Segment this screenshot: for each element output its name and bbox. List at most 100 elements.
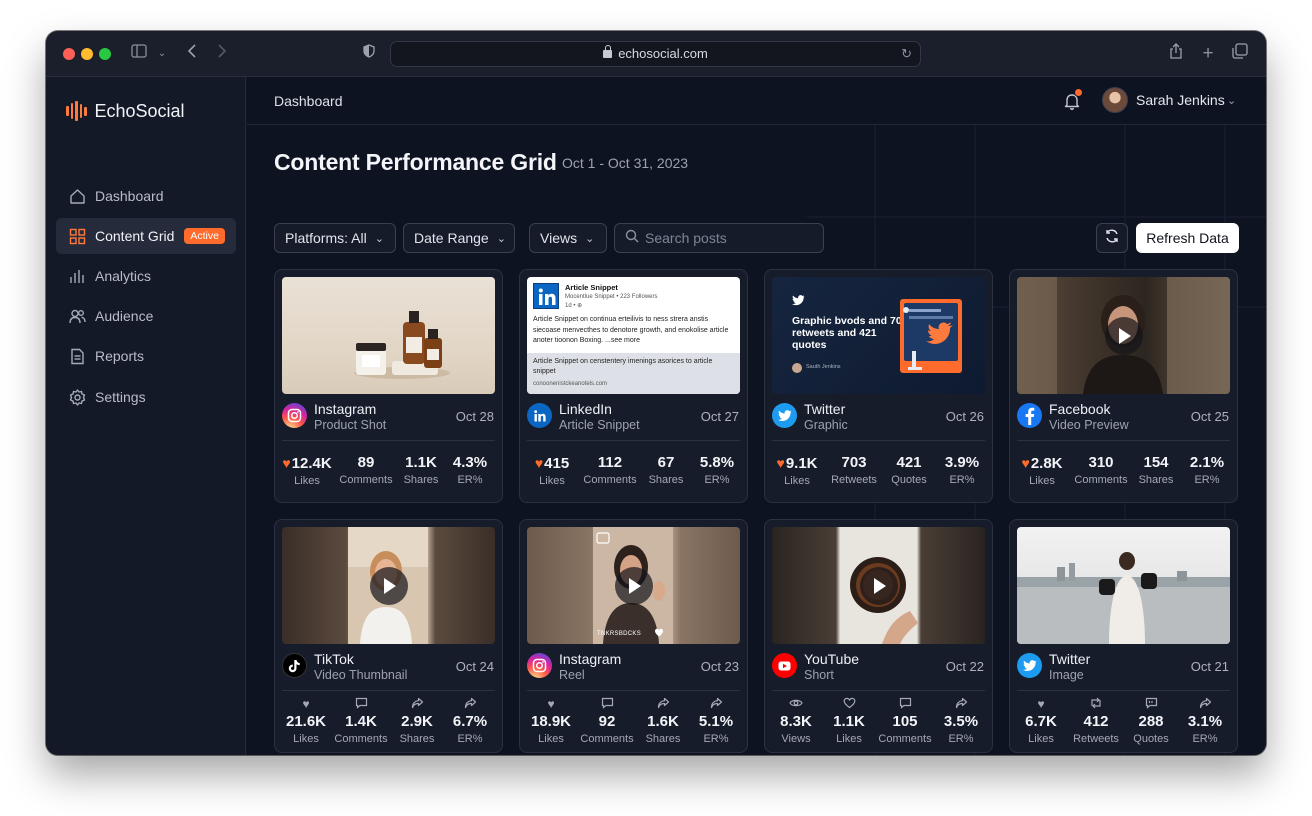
heart-icon: ♥ (1037, 697, 1045, 711)
post-thumbnail[interactable] (1017, 277, 1230, 394)
close-window-button[interactable] (63, 48, 75, 60)
post-type: Short (804, 668, 834, 682)
platform-name: Instagram (314, 401, 377, 417)
breadcrumb[interactable]: Dashboard (274, 93, 343, 109)
heart-icon: ♥ (534, 455, 544, 471)
post-card-linkedin-article[interactable]: Article Snippet Mocentlue Snippet • 223 … (519, 269, 748, 503)
play-button[interactable] (1104, 316, 1143, 355)
stat-quotes: 288 Quotes (1122, 697, 1180, 746)
shield-icon[interactable] (362, 43, 376, 65)
minimize-window-button[interactable] (81, 48, 93, 60)
stat-likes: ♥9.1K Likes (776, 455, 818, 487)
logo-icon (66, 101, 87, 121)
post-thumbnail[interactable]: Article Snippet Mocentlue Snippet • 223 … (527, 277, 740, 394)
heart-icon: ♥ (282, 455, 291, 471)
post-type: Image (1049, 668, 1084, 682)
play-button[interactable] (859, 566, 898, 605)
sidebar-item-reports[interactable]: Reports (56, 338, 236, 374)
sidebar-item-analytics[interactable]: Analytics (56, 258, 236, 294)
reel-caption: TNKRSBDCKS (597, 631, 642, 637)
snippet-link-title: Article Snippet on censtentery imenings … (533, 358, 713, 375)
post-card-youtube-short[interactable]: YouTube Short Oct 22 8.3K Views 1.1K Likes… (764, 519, 993, 753)
post-thumbnail[interactable] (282, 527, 495, 644)
sidebar-item-label: Settings (95, 389, 146, 405)
search-input[interactable] (645, 230, 815, 246)
share-icon[interactable] (1167, 43, 1185, 65)
platforms-filter-dropdown[interactable]: Platforms: All ⌄ (274, 223, 396, 253)
post-thumbnail[interactable]: Graphic bvods and 702 retweets and 421 q… (772, 277, 985, 394)
tabs-overview-icon[interactable] (1231, 43, 1249, 65)
post-thumbnail[interactable]: TNKRSBDCKS (527, 527, 740, 644)
reload-icon[interactable]: ↻ (901, 42, 912, 66)
post-date: Oct 25 (1190, 409, 1229, 424)
browser-window: ⌄ echosocial.com ↻ + EchoSocial Dashboar… (46, 31, 1266, 755)
platform-name: Instagram (559, 651, 622, 667)
back-arrow-icon[interactable] (185, 43, 199, 65)
search-icon (625, 229, 639, 248)
divider (772, 690, 985, 691)
post-card-instagram-product[interactable]: Instagram Product Shot Oct 28 ♥12.4K Like… (274, 269, 503, 503)
divider (1017, 690, 1230, 691)
sidebar-item-content-grid[interactable]: Content Grid Active (56, 218, 236, 254)
post-card-twitter-image[interactable]: Twitter Image Oct 21 ♥ 6.7K Likes 412 Retwe… (1009, 519, 1238, 753)
search-box[interactable] (614, 223, 824, 253)
stat-likes: ♥ 6.7K Likes (1012, 697, 1070, 746)
facebook-icon (1017, 403, 1042, 428)
stat-comments: 92 Comments (578, 697, 636, 746)
sidebar-item-settings[interactable]: Settings (56, 379, 236, 415)
share-icon (634, 697, 692, 711)
bar-chart-icon (68, 267, 86, 285)
post-card-instagram-reel[interactable]: TNKRSBDCKS Instagram Reel Oct 23 ♥ 18.9K L… (519, 519, 748, 753)
heart-icon: ♥ (547, 697, 555, 711)
comment-icon (876, 697, 934, 711)
post-card-twitter-graphic[interactable]: Graphic bvods and 702 retweets and 421 q… (764, 269, 993, 503)
stat-likes: ♥12.4K Likes (282, 455, 332, 487)
image-frame (1017, 552, 1230, 644)
stat-shares: 1.6K Shares (634, 697, 692, 746)
chevron-down-icon[interactable]: ⌄ (156, 43, 168, 65)
stat-likes: ♥ 18.9K Likes (522, 697, 580, 746)
linkedin-logo (533, 283, 559, 309)
stat-retweets: 412 Retweets (1067, 697, 1125, 746)
address-bar[interactable]: echosocial.com ↻ (390, 41, 921, 67)
stat-engagement-rate: 3.5% ER% (932, 697, 990, 746)
divider (282, 440, 495, 441)
play-button[interactable] (614, 566, 653, 605)
user-name[interactable]: Sarah Jenkins (1136, 92, 1225, 108)
stat-engagement-rate: 3.1% ER% (1176, 697, 1234, 746)
new-tab-icon[interactable]: + (1199, 43, 1217, 65)
chevron-down-icon[interactable]: ⌄ (1227, 94, 1236, 107)
app-logo[interactable]: EchoSocial (66, 99, 185, 123)
twitter-icon (1017, 653, 1042, 678)
post-card-tiktok-video[interactable]: TikTok Video Thumbnail Oct 24 ♥ 21.6K Like… (274, 519, 503, 753)
views-dropdown[interactable]: Views ⌄ (529, 223, 607, 253)
sidebar-item-dashboard[interactable]: Dashboard (56, 178, 236, 214)
post-card-facebook-video[interactable]: Facebook Video Preview Oct 25 ♥2.8K Likes… (1009, 269, 1238, 503)
forward-arrow-icon[interactable] (215, 43, 229, 65)
browser-toolbar: ⌄ echosocial.com ↻ + (46, 31, 1266, 77)
sidebar-item-label: Reports (95, 348, 145, 364)
date-range-dropdown[interactable]: Date Range ⌄ (403, 223, 515, 253)
post-thumbnail[interactable] (1017, 527, 1230, 644)
sidebar-item-audience[interactable]: Audience (56, 298, 236, 334)
main-content: Dashboard Sarah Jenkins ⌄ Content Perfor… (247, 77, 1266, 755)
play-button[interactable] (369, 566, 408, 605)
home-icon (68, 187, 86, 205)
stat-comments: 1.4K Comments (332, 697, 390, 746)
platform-name: YouTube (804, 651, 860, 667)
youtube-icon (772, 653, 797, 678)
sync-button[interactable] (1096, 223, 1128, 253)
refresh-data-button[interactable]: Refresh Data (1136, 223, 1239, 253)
post-thumbnail[interactable] (772, 527, 985, 644)
tiktok-icon (282, 653, 307, 678)
post-type: Video Preview (1049, 418, 1129, 432)
platform-name: Facebook (1049, 401, 1111, 417)
stat-shares: 154 Shares (1138, 454, 1174, 486)
sidebar-toggle-icon[interactable] (130, 43, 148, 65)
refresh-icon (1104, 228, 1120, 249)
maximize-window-button[interactable] (99, 48, 111, 60)
avatar[interactable] (1102, 87, 1128, 113)
post-thumbnail[interactable] (282, 277, 495, 394)
platform-name: Twitter (1049, 651, 1091, 667)
snippet-title: Article Snippet (565, 283, 618, 292)
